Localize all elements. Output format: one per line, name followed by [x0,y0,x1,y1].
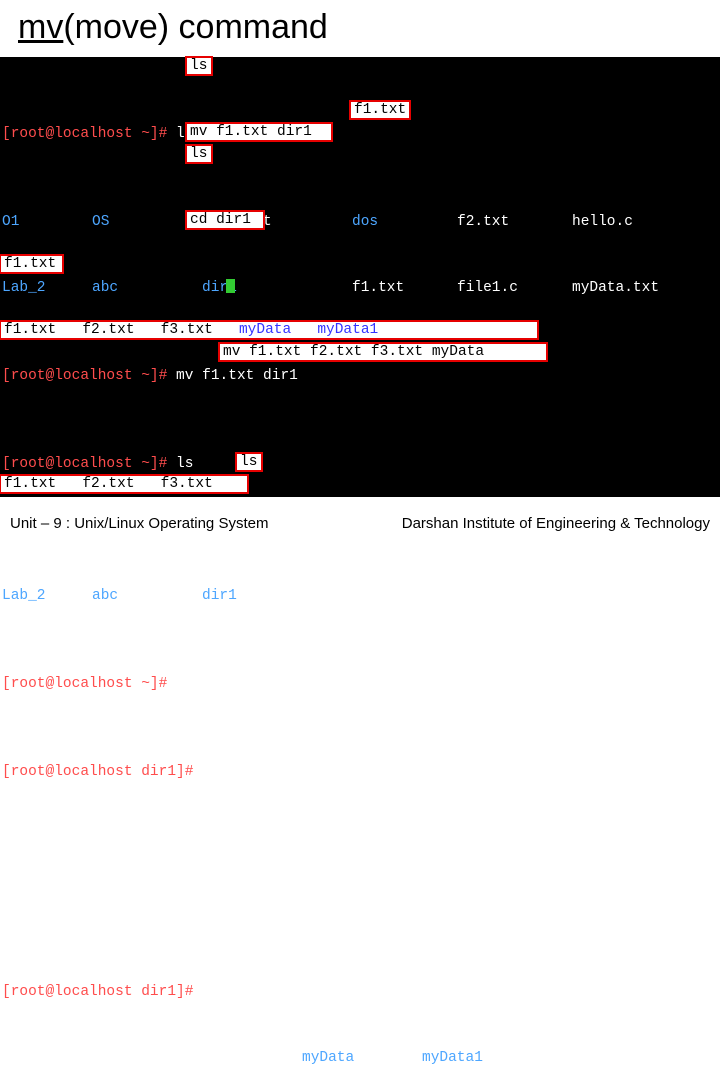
prompt-line: [root@localhost ~]# mv f1.txt dir1 [2,365,720,387]
page-title: mv(move) command [0,0,720,57]
ls-output-row: f1.txt f2.txt f3.txt myData myData1 [2,1047,720,1069]
cursor-icon [226,279,235,293]
footer-right: Darshan Institute of Engineering & Techn… [402,515,710,532]
highlight-ls-row: f1.txt f2.txt f3.txt myData myData1 [0,320,539,340]
highlight-ls3: ls [235,452,263,472]
prompt-line: [root@localhost ~]# cd dir1 [2,673,720,695]
title-cmd: mv [18,8,63,46]
terminal[interactable]: [root@localhost ~]# ls O1 OS data.txt do… [0,57,720,497]
footer-left: Unit – 9 : Unix/Linux Operating System [10,515,268,532]
prompt-line: [root@localhost dir1]# ls [2,761,720,783]
blank-line [2,893,720,915]
ls-output-row: O1 OS data.txt dos f2.txt hello.c [2,211,720,233]
ls-output-row: f1.txt [2,827,720,849]
highlight-cd-dir1: cd dir1 [185,210,265,230]
highlight-files-row: f1.txt f2.txt f3.txt [0,474,249,494]
prompt-line: [root@localhost dir1]# ls [2,981,720,1003]
highlight-mv-cmd-1: mv f1.txt dir1 [185,122,333,142]
prompt-line: [root@localhost ~]# ls [2,453,720,475]
highlight-f1txt: f1.txt [349,100,411,120]
highlight-ls1: ls [185,56,213,76]
prompt-line: [root@localhost ~]# ls [2,123,720,145]
highlight-ls2: ls [185,144,213,164]
highlight-mv-cmd-2: mv f1.txt f2.txt f3.txt myData [218,342,548,362]
ls-output-row: Lab_2 abc dir1 f1.txt file1.c myData.txt [2,277,720,299]
ls-output-row: Lab_2 abc dir1 f2.txt hello.c new.txt [2,585,720,607]
highlight-f1txt-b: f1.txt [0,254,64,274]
title-rest: (move) command [63,8,328,46]
footer: Unit – 9 : Unix/Linux Operating System D… [0,506,720,540]
